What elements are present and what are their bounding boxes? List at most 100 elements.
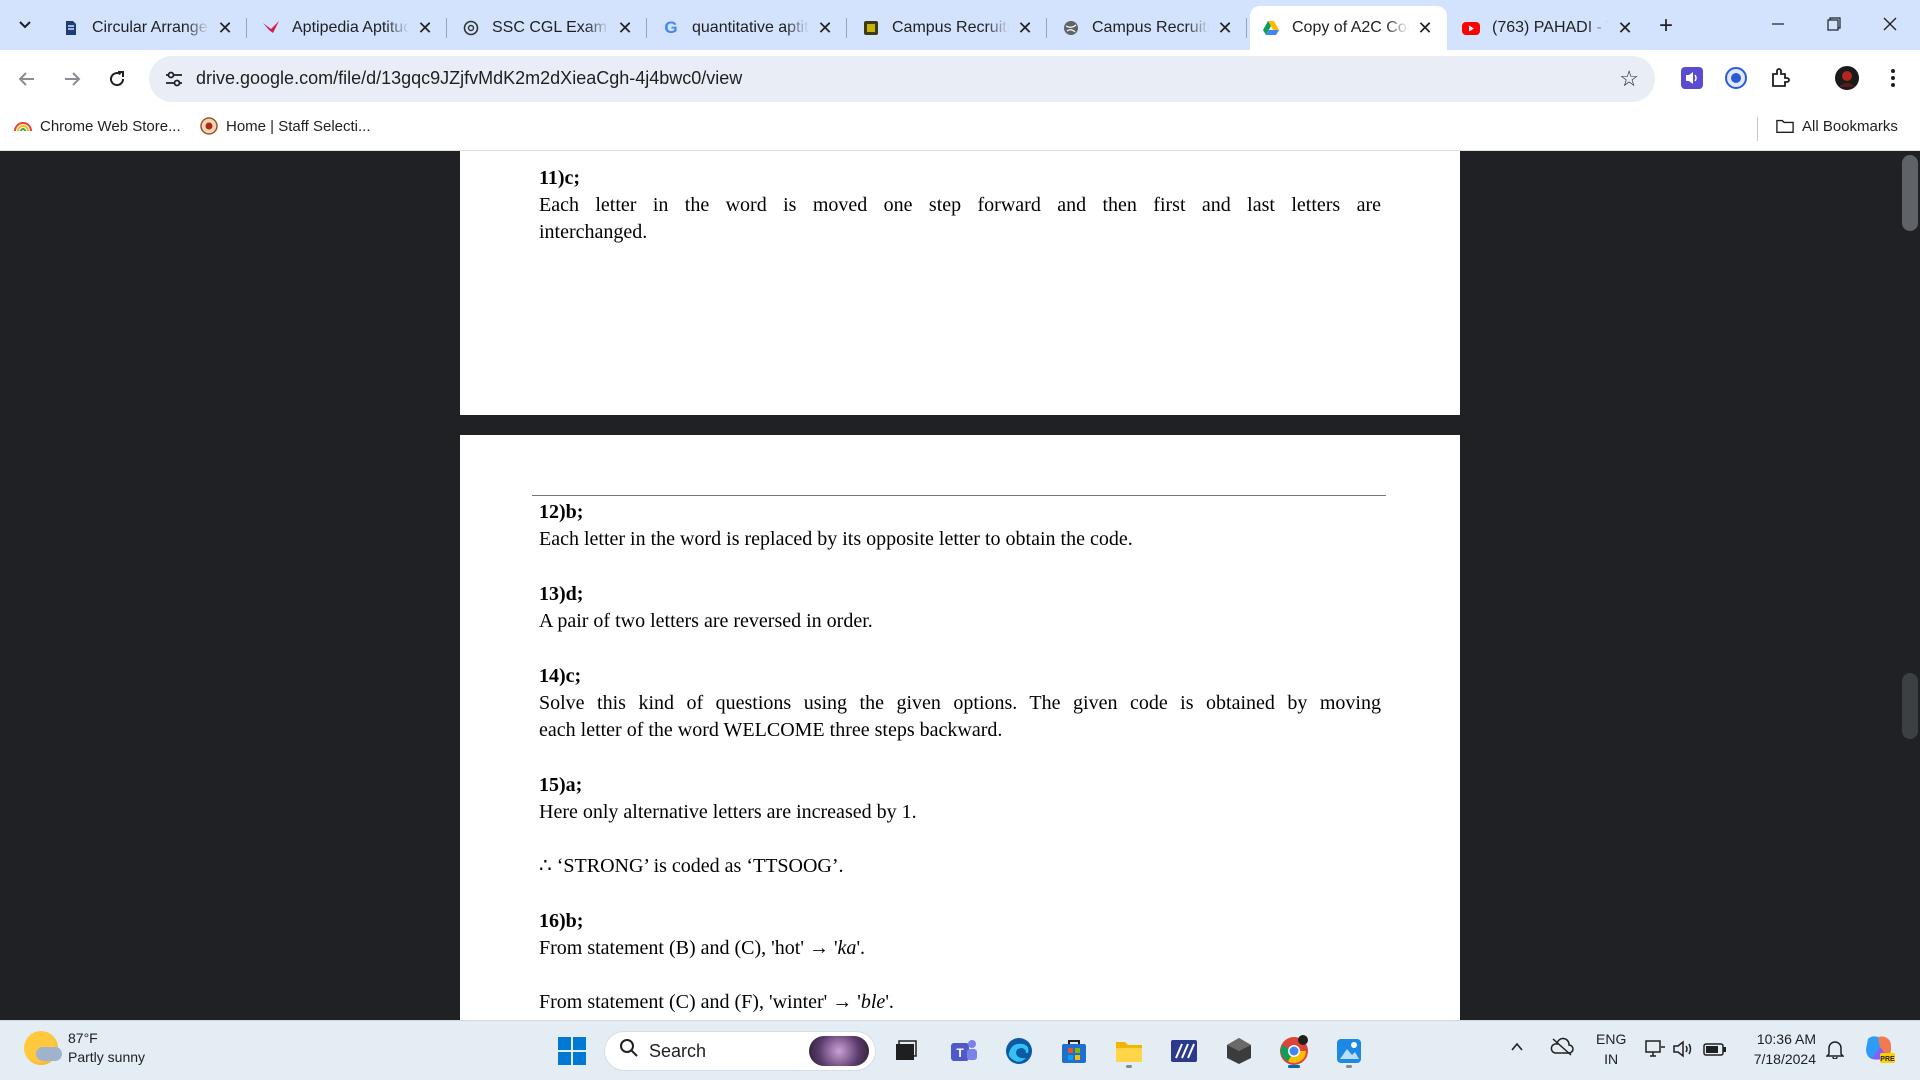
site-settings-icon[interactable] (163, 68, 185, 90)
close-icon[interactable]: ✕ (615, 18, 635, 38)
chevron-down-icon (19, 21, 31, 29)
extensions-puzzle-icon[interactable] (1765, 63, 1795, 93)
chrome-menu-button[interactable] (1878, 63, 1908, 93)
tab-youtube-pahadi[interactable]: (763) PAHADI - TA ✕ (1450, 6, 1647, 50)
cube-icon (1227, 1038, 1251, 1064)
code-text: ka (837, 937, 857, 959)
close-icon[interactable]: ✕ (815, 18, 835, 38)
all-bookmarks-label: All Bookmarks (1802, 117, 1898, 135)
store-icon (1062, 1040, 1086, 1063)
answer-text: interchanged. (539, 221, 648, 243)
cloud-off-icon (1550, 1037, 1574, 1056)
more-vert-icon (1891, 69, 1895, 87)
tab-title: Copy of A2C Code (1292, 19, 1409, 36)
chrome-icon (1280, 1035, 1308, 1065)
notifications-button[interactable] (1825, 1039, 1845, 1064)
bookmark-staff-selection[interactable]: Home | Staff Selecti... (200, 117, 371, 135)
tab-campus-recruitment-1[interactable]: Campus Recruitme ✕ (850, 6, 1047, 50)
network-icon[interactable] (1644, 1039, 1666, 1064)
autocad-app[interactable] (1164, 1031, 1204, 1071)
tab-aptipedia[interactable]: Aptipedia Aptitude ✕ (250, 6, 447, 50)
weather-description: Partly sunny (68, 1049, 146, 1065)
back-button[interactable] (12, 64, 42, 94)
tab-title: Campus Recruitme (892, 19, 1009, 36)
task-view-button[interactable] (886, 1031, 926, 1071)
show-hidden-icons-button[interactable] (1510, 1039, 1524, 1059)
address-bar[interactable]: drive.google.com/file/d/13gqc9JZjfvMdK2m… (149, 56, 1655, 102)
folder-icon (1776, 117, 1794, 135)
bell-icon (1825, 1041, 1845, 1060)
tab-title: SSC CGL Exam Ove (492, 19, 609, 36)
arrow-right-icon (65, 72, 81, 86)
bookmark-star-icon[interactable]: ☆ (1619, 66, 1639, 92)
answer-label: 13)d; (539, 583, 584, 605)
battery-icon[interactable] (1702, 1039, 1728, 1064)
answer-12: 12)b; Each letter in the word is replace… (539, 499, 1381, 553)
tab-quantitative-aptitude[interactable]: G quantitative aptitu ✕ (650, 6, 847, 50)
taskbar-search[interactable]: Search (604, 1031, 876, 1071)
profile-avatar[interactable] (1832, 63, 1862, 93)
weather-widget[interactable]: 87°F Partly sunny (24, 1029, 145, 1067)
windows-taskbar: 87°F Partly sunny Search T ENG IN 10:36 … (0, 1020, 1920, 1080)
tab-search-button[interactable] (10, 10, 40, 40)
teams-app[interactable]: T (944, 1031, 984, 1071)
bird-icon (262, 19, 280, 37)
copilot-button[interactable]: PRE (1862, 1033, 1896, 1070)
file-explorer-app[interactable] (1109, 1031, 1149, 1071)
header-rule (532, 495, 1386, 496)
statement-text: '. (885, 991, 894, 1013)
teams-icon: T (951, 1040, 977, 1061)
tab-title: quantitative aptitu (692, 19, 809, 36)
close-icon[interactable]: ✕ (1415, 18, 1435, 38)
edge-app[interactable] (999, 1031, 1039, 1071)
close-icon[interactable]: ✕ (415, 18, 435, 38)
language-indicator[interactable]: ENG IN (1596, 1029, 1626, 1069)
code-text: ble (860, 991, 886, 1013)
google-icon: G (664, 18, 678, 37)
close-icon[interactable]: ✕ (1215, 18, 1235, 38)
chrome-app[interactable] (1274, 1031, 1314, 1071)
tab-ssc-cgl[interactable]: SSC CGL Exam Ove ✕ (450, 6, 647, 50)
tab-copy-of-a2c[interactable]: Copy of A2C Code ✕ (1250, 6, 1447, 50)
answer-text: From statement (C) and (F), 'winter' → '… (539, 989, 1381, 1016)
search-placeholder: Search (649, 1040, 707, 1061)
answer-label: 15)a; (539, 774, 583, 796)
bookmark-chrome-web-store[interactable]: Chrome Web Store... (14, 117, 181, 135)
statement-text: '. (856, 937, 866, 959)
search-highlight-image (809, 1036, 869, 1066)
reload-button[interactable] (102, 64, 132, 94)
close-icon[interactable]: ✕ (1615, 18, 1635, 38)
answer-text: A pair of two letters are reversed in or… (539, 610, 873, 632)
page-scroll-thumb[interactable] (1902, 673, 1918, 739)
url-text[interactable]: drive.google.com/file/d/13gqc9JZjfvMdK2m… (196, 68, 742, 89)
new-tab-button[interactable]: + (1652, 12, 1680, 40)
onedrive-status[interactable] (1550, 1037, 1574, 1062)
tab-circular-arrangement[interactable]: Circular Arrangem ✕ (50, 6, 247, 50)
pdf-viewer[interactable]: 11)c; Each letter in the word is moved o… (0, 151, 1920, 1020)
close-icon[interactable]: ✕ (1015, 18, 1035, 38)
browser-toolbar: drive.google.com/file/d/13gqc9JZjfvMdK2m… (0, 50, 1920, 107)
edge-icon (1006, 1038, 1032, 1064)
record-extension-icon[interactable] (1721, 63, 1751, 93)
tab-title: Circular Arrangem (92, 19, 209, 36)
restore-button[interactable] (1806, 0, 1862, 48)
scrollbar-thumb[interactable] (1902, 155, 1918, 231)
tab-campus-recruitment-2[interactable]: Campus Recruitme ✕ (1050, 6, 1247, 50)
clock[interactable]: 10:36 AM 7/18/2024 (1748, 1029, 1816, 1069)
read-aloud-extension-icon[interactable] (1677, 63, 1707, 93)
close-icon[interactable]: ✕ (215, 18, 235, 38)
start-button[interactable] (552, 1031, 592, 1071)
answer-14: 14)c; Solve this kind of questions using… (539, 663, 1381, 744)
forward-button[interactable] (57, 64, 87, 94)
minimize-button[interactable] (1750, 0, 1806, 48)
all-bookmarks-button[interactable]: All Bookmarks (1776, 117, 1898, 135)
photos-app[interactable] (1329, 1031, 1369, 1071)
microsoft-store-app[interactable] (1054, 1031, 1094, 1071)
tab-strip: Circular Arrangem ✕ Aptipedia Aptitude ✕… (0, 0, 1920, 50)
answer-text: Each letter in the word is replaced by i… (539, 528, 1133, 550)
document-page: 12)b; Each letter in the word is replace… (460, 435, 1460, 1020)
unity-app[interactable] (1219, 1031, 1259, 1071)
viewer-scrollbar[interactable] (1900, 151, 1920, 1020)
volume-icon[interactable] (1672, 1039, 1694, 1064)
close-window-button[interactable] (1862, 0, 1918, 48)
